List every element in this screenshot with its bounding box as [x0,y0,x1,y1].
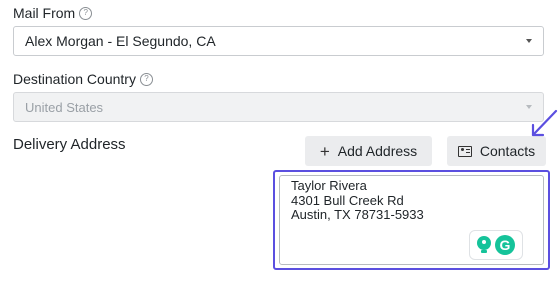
annotation-arrow-icon [531,109,558,137]
address-line: Taylor Rivera [291,178,367,193]
lightbulb-icon[interactable] [477,236,491,254]
plus-icon: + [319,141,330,161]
add-address-button[interactable]: + Add Address [305,136,432,166]
grammarly-logo-icon[interactable]: G [495,235,515,255]
mail-from-label: Mail From ? [13,5,93,21]
help-icon[interactable]: ? [79,6,93,20]
mail-from-select[interactable]: Alex Morgan - El Segundo, CA [13,26,544,56]
destination-country-select: United States [13,92,544,122]
chevron-down-icon [526,39,532,43]
destination-country-label-text: Destination Country [13,71,136,87]
destination-country-value: United States [25,99,104,115]
contacts-button[interactable]: Contacts [447,136,546,166]
address-line: 4301 Bull Creek Rd [291,192,404,208]
help-icon[interactable]: ? [139,72,153,86]
grammarly-widget[interactable]: G [469,230,523,260]
address-line: Austin, TX 78731-5933 [291,207,424,222]
contacts-label: Contacts [479,143,536,159]
add-address-label: Add Address [337,143,418,159]
contact-card-icon [457,145,472,157]
destination-country-label: Destination Country ? [13,71,153,87]
mail-from-value: Alex Morgan - El Segundo, CA [25,33,216,49]
mail-from-label-text: Mail From [13,5,76,21]
delivery-address-title: Delivery Address [13,136,126,153]
